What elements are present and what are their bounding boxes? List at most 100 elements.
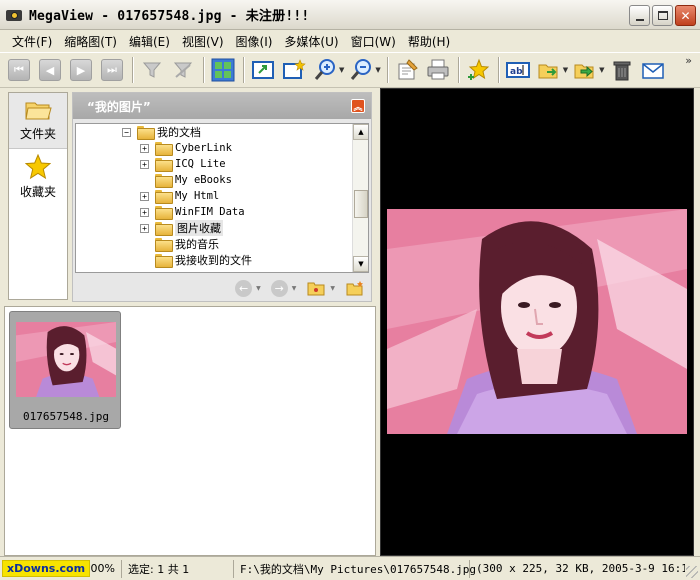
email-button[interactable] — [640, 57, 666, 83]
zoom-in-button[interactable] — [312, 57, 338, 83]
properties-button[interactable] — [394, 57, 420, 83]
expand-node-icon[interactable]: + — [140, 223, 149, 233]
menu-multimedia[interactable]: 多媒体(U) — [284, 33, 338, 50]
tree-item-my-music[interactable]: 我的音乐 — [140, 236, 219, 252]
title-bar: MegaView - 017657548.jpg - 未注册!!! ✕ — [0, 0, 700, 30]
print-icon — [427, 59, 449, 80]
menu-edit[interactable]: 编辑(E) — [129, 33, 170, 50]
back-dropdown-icon[interactable]: ▼ — [256, 285, 261, 292]
move-to-dropdown-icon[interactable]: ▼ — [599, 66, 604, 74]
tree-item-my-ebooks[interactable]: My eBooks — [140, 172, 232, 188]
add-favorite-button[interactable] — [465, 57, 491, 83]
zoom-out-button[interactable] — [348, 57, 374, 83]
toolbar-separator — [203, 57, 205, 83]
copy-to-button[interactable] — [536, 57, 562, 83]
expand-node-icon[interactable]: + — [140, 159, 149, 169]
close-button[interactable]: ✕ — [675, 5, 696, 26]
folder-view-button[interactable] — [306, 278, 326, 298]
svg-text:ab: ab — [510, 67, 523, 77]
menu-help[interactable]: 帮助(H) — [408, 33, 450, 50]
tree-scrollbar[interactable]: ▲ ▼ — [352, 124, 368, 272]
tree-item-label: My Html — [175, 190, 220, 202]
tree-item-label: WinFIM Data — [175, 206, 245, 218]
back-button[interactable]: ← — [235, 279, 253, 297]
maximize-icon — [657, 11, 668, 20]
tree-item-received-files[interactable]: 我接收到的文件 — [140, 252, 252, 268]
full-view-button[interactable] — [250, 57, 276, 83]
sidebar-item-folders[interactable]: 文件夹 — [9, 93, 67, 149]
thumbnail-grid: 017657548.jpg — [4, 306, 376, 556]
menu-bar: 文件(F) 缩略图(T) 编辑(E) 视图(V) 图像(I) 多媒体(U) 窗口… — [0, 30, 700, 52]
prev-image-icon: ◀ — [39, 59, 61, 81]
slideshow-button[interactable] — [281, 57, 307, 83]
collapse-panel-button[interactable]: ︽ — [351, 99, 365, 113]
tree-item-picture-collection[interactable]: + 图片收藏 — [140, 220, 223, 236]
forward-button[interactable]: → — [270, 279, 288, 297]
minimize-button[interactable] — [629, 5, 650, 26]
move-to-button[interactable] — [572, 57, 598, 83]
delete-button[interactable] — [609, 57, 635, 83]
first-image-button[interactable]: ⏮ — [6, 57, 32, 83]
zoom-out-icon — [351, 59, 372, 80]
maximize-button[interactable] — [652, 5, 673, 26]
toolbar-separator — [132, 57, 134, 83]
folder-icon — [155, 206, 173, 220]
menu-window[interactable]: 窗口(W) — [351, 33, 396, 50]
scroll-down-icon[interactable]: ▼ — [353, 256, 368, 272]
tree-item-my-documents[interactable]: − 我的文档 — [122, 124, 201, 140]
sidebar-item-label: 收藏夹 — [19, 185, 56, 199]
folder-icon — [155, 190, 173, 204]
tree-item-label: 我接收到的文件 — [175, 254, 252, 267]
copy-to-dropdown-icon[interactable]: ▼ — [563, 66, 568, 74]
menu-image[interactable]: 图像(I) — [236, 33, 273, 50]
folder-icon — [155, 238, 173, 252]
filter-clear-icon — [173, 62, 193, 78]
tree-item-label: 我的音乐 — [175, 238, 219, 251]
tree-item-my-html[interactable]: + My Html — [140, 188, 219, 204]
preview-image — [387, 209, 687, 434]
zoom-out-dropdown-icon[interactable]: ▼ — [375, 66, 380, 74]
folder-icon — [155, 222, 173, 236]
folder-tree: − 我的文档 + CyberLink + ICQ Lite My eBooks … — [75, 123, 369, 273]
add-favorite-icon — [467, 58, 489, 80]
thumbnail-view-icon — [211, 58, 235, 82]
collapse-node-icon[interactable]: − — [122, 127, 131, 137]
menu-thumbnail[interactable]: 缩略图(T) — [64, 33, 117, 50]
folder-view-dropdown-icon[interactable]: ▼ — [330, 285, 335, 292]
thumbnail-item[interactable]: 017657548.jpg — [9, 311, 121, 429]
forward-dropdown-icon[interactable]: ▼ — [292, 285, 297, 292]
filter-clear-button[interactable] — [170, 57, 196, 83]
rename-button[interactable]: ab — [505, 57, 531, 83]
full-view-icon — [252, 61, 274, 79]
zoom-in-dropdown-icon[interactable]: ▼ — [339, 66, 344, 74]
expand-node-icon[interactable]: + — [140, 207, 149, 217]
toolbar-more-icon[interactable]: » — [685, 54, 692, 67]
toolbar-separator — [457, 57, 460, 83]
thumbnail-view-button[interactable] — [210, 57, 236, 83]
scroll-thumb[interactable] — [354, 190, 368, 218]
chevron-up-icon: ︽ — [353, 102, 363, 113]
prev-image-button[interactable]: ◀ — [37, 57, 63, 83]
sidebar-item-favorites[interactable]: 收藏夹 — [9, 149, 67, 200]
thumbnail-image — [16, 322, 116, 397]
next-image-button[interactable]: ▶ — [68, 57, 94, 83]
print-button[interactable] — [425, 57, 451, 83]
resize-grip[interactable] — [686, 566, 698, 578]
folder-icon — [155, 174, 173, 188]
tree-item-cyberlink[interactable]: + CyberLink — [140, 140, 232, 156]
folder-icon — [155, 158, 173, 172]
expand-node-icon[interactable]: + — [140, 191, 149, 201]
image-viewer[interactable] — [380, 88, 694, 556]
expand-node-icon[interactable]: + — [140, 143, 149, 153]
new-folder-button[interactable] — [345, 278, 365, 298]
megaview-app-icon[interactable] — [5, 6, 23, 24]
tree-item-icq-lite[interactable]: + ICQ Lite — [140, 156, 226, 172]
status-bar: 100% 选定: 1 共 1 F:\我的文档\My Pictures\01765… — [0, 556, 700, 580]
filter-button[interactable] — [139, 57, 165, 83]
menu-view[interactable]: 视图(V) — [182, 33, 224, 50]
tree-item-label: 图片收藏 — [175, 220, 223, 236]
last-image-button[interactable]: ⏭ — [99, 57, 125, 83]
menu-file[interactable]: 文件(F) — [12, 33, 52, 50]
scroll-up-icon[interactable]: ▲ — [353, 124, 368, 140]
tree-item-winfim-data[interactable]: + WinFIM Data — [140, 204, 245, 220]
